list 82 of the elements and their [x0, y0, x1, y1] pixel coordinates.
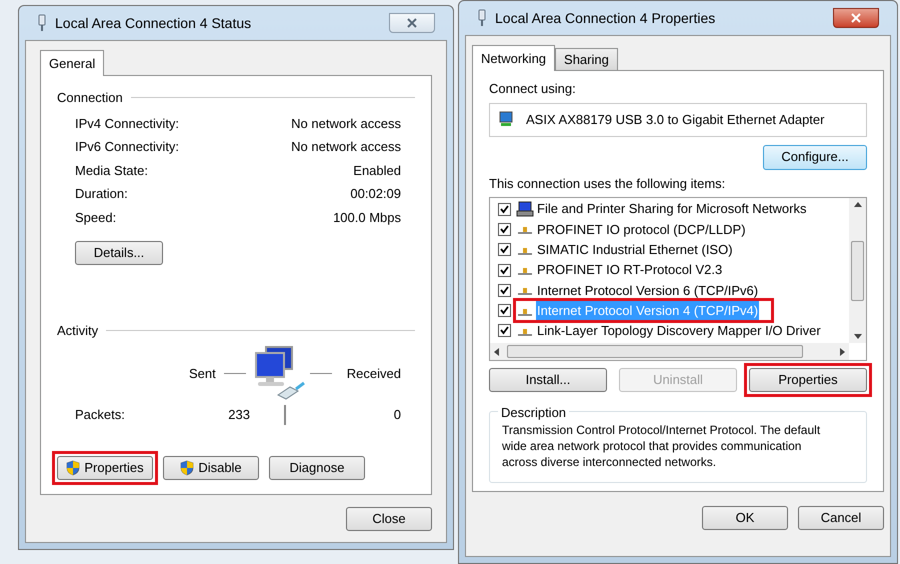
close-button[interactable] [833, 8, 879, 28]
field-label: IPv6 Connectivity: [75, 138, 180, 156]
checkmark-icon [500, 306, 509, 316]
field-value: 100.0 Mbps [333, 208, 401, 227]
vertical-scrollbar[interactable] [849, 198, 866, 343]
item-label: Internet Protocol Version 4 (TCP/IPv4) [536, 300, 760, 320]
checkmark-icon [500, 266, 509, 275]
packets-label: Packets: [75, 406, 126, 424]
list-item[interactable]: PROFINET IO protocol (DCP/LLDP) [498, 219, 849, 240]
field-label: Speed: [75, 208, 116, 227]
section-heading: Activity [57, 322, 98, 340]
checkbox[interactable] [498, 324, 511, 338]
list-item[interactable]: Link-Layer Topology Discovery Mapper I/O Driver [498, 320, 849, 342]
item-label: PROFINET IO protocol (DCP/LLDP) [536, 220, 747, 239]
window-title: Local Area Connection 4 Status [55, 14, 252, 32]
field-value: No network access [291, 114, 401, 132]
protocol-icon [517, 265, 533, 276]
dialog-button[interactable]: Cancel [798, 506, 884, 530]
list-item[interactable]: PROFINET IO RT-Protocol V2.3 [498, 260, 849, 280]
network-cable-icon [477, 9, 487, 27]
sent-count: 233 [227, 406, 250, 424]
action-button[interactable]: Properties [57, 456, 153, 480]
section-heading: Connection [57, 89, 123, 107]
checkbox[interactable] [498, 222, 511, 236]
close-button[interactable] [389, 13, 435, 33]
item-label: Internet Protocol Version 6 (TCP/IPv6) [536, 282, 760, 300]
action-button[interactable]: Properties [749, 368, 867, 392]
checkmark-icon [500, 204, 509, 214]
left-arrow-icon [494, 348, 499, 356]
item-label: PROFINET IO RT-Protocol V2.3 [536, 261, 724, 280]
details-button[interactable]: Details... [75, 241, 163, 265]
checkbox[interactable] [498, 243, 511, 256]
field-value: Enabled [353, 162, 401, 180]
computer-icon [516, 201, 534, 218]
up-arrow-icon [854, 202, 862, 207]
item-label: File and Printer Sharing for Microsoft Networks [536, 200, 808, 218]
action-button[interactable]: Diagnose [269, 456, 365, 480]
tab[interactable]: Sharing [555, 48, 618, 70]
close-icon [407, 18, 417, 28]
received-label: Received [346, 364, 401, 383]
tab[interactable]: General [40, 50, 104, 76]
protocol-icon [517, 224, 533, 234]
action-button[interactable]: Install... [489, 368, 607, 392]
adapter-field: ASIX AX88179 USB 3.0 to Gigabit Ethernet Adapter [489, 102, 867, 136]
right-arrow-icon [840, 348, 845, 356]
network-adapter-icon [498, 110, 514, 128]
configure-button[interactable]: Configure... [763, 144, 867, 170]
list-item[interactable]: SIMATIC Industrial Ethernet (ISO) [498, 240, 849, 260]
checkmark-icon [500, 245, 509, 254]
shield-icon [180, 460, 194, 476]
item-label: Link-Layer Topology Discovery Mapper I/O Driver [536, 322, 822, 340]
connect-using-label: Connect using: [489, 80, 577, 98]
tab[interactable]: Networking [472, 45, 556, 71]
list-item[interactable]: File and Printer Sharing for Microsoft Networks [498, 199, 849, 220]
field-label: Media State: [75, 162, 148, 180]
list-item[interactable]: Internet Protocol Version 6 (TCP/IPv6) [498, 280, 849, 300]
action-button[interactable]: Disable [163, 456, 259, 480]
field-label: Duration: [75, 185, 128, 203]
field-value: No network access [291, 138, 401, 156]
shield-icon [66, 460, 80, 476]
protocol-icon [517, 285, 533, 296]
item-label: SIMATIC Industrial Ethernet (ISO) [536, 241, 734, 259]
close-icon [851, 13, 861, 23]
description-text: Transmission Control Protocol/Internet Protocol. The default wide area network protocol that provides communication across diverse interconnected networks. [502, 422, 822, 470]
checkbox[interactable] [498, 264, 511, 277]
close-dialog-button[interactable]: Close [346, 507, 432, 531]
checkbox[interactable] [498, 284, 511, 297]
checkmark-icon [500, 286, 509, 295]
items-label: This connection uses the following items: [489, 174, 726, 193]
checkmark-icon [500, 224, 509, 234]
network-cable-icon [37, 14, 47, 32]
down-arrow-icon [854, 334, 862, 339]
checkbox[interactable] [498, 202, 511, 216]
field-value: 00:02:09 [350, 185, 401, 203]
sent-label: Sent [189, 364, 216, 383]
received-count: 0 [394, 406, 401, 424]
window-title: Local Area Connection 4 Properties [495, 8, 716, 28]
field-label: IPv4 Connectivity: [75, 114, 180, 133]
horizontal-scrollbar[interactable] [490, 343, 849, 360]
dialog-button[interactable]: OK [702, 506, 788, 530]
checkmark-icon [500, 326, 509, 336]
checkbox[interactable] [498, 304, 511, 318]
